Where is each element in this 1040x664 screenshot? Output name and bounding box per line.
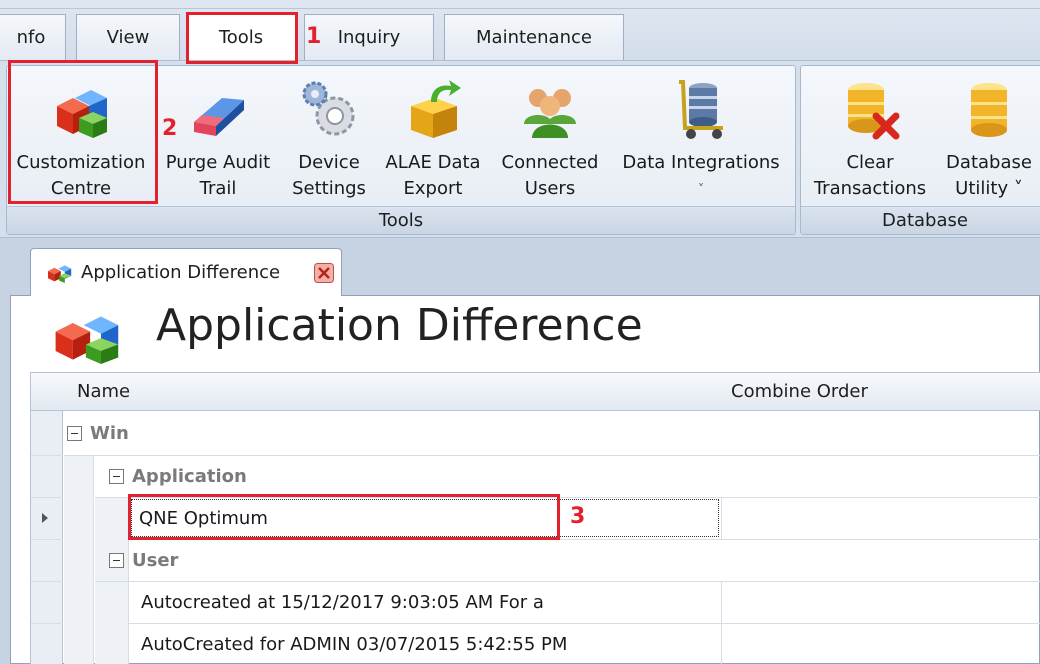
tools-group-label: Tools bbox=[7, 206, 795, 234]
annotation-number-2: 2 bbox=[162, 116, 178, 141]
database-group: Clear Transactions Database Utility ˅ Da… bbox=[800, 65, 1040, 235]
table-row[interactable]: AutoCreated for ADMIN 03/07/2015 5:42:55… bbox=[141, 623, 567, 664]
colored-blocks-icon bbox=[55, 316, 119, 364]
annotation-number-3: 3 bbox=[570, 504, 586, 529]
annotation-number-1: 1 bbox=[306, 24, 322, 49]
current-row-arrow-icon bbox=[42, 513, 48, 523]
alae-data-export-label: ALAE Data Export bbox=[385, 152, 481, 199]
table-row[interactable]: Autocreated at 15/12/2017 9:03:05 AM For… bbox=[141, 581, 544, 623]
tab-info[interactable]: nfo bbox=[0, 14, 66, 60]
indicator-line bbox=[31, 623, 63, 624]
chevron-down-icon: ˅ bbox=[698, 182, 704, 196]
column-header-name[interactable]: Name bbox=[63, 373, 753, 411]
tabstrip-line bbox=[0, 8, 1040, 9]
box-export-icon bbox=[411, 80, 461, 138]
connected-users-button[interactable]: Connected Users bbox=[491, 66, 609, 208]
clear-transactions-button[interactable]: Clear Transactions bbox=[805, 66, 935, 208]
data-integrations-label: Data Integrations ˅ bbox=[611, 150, 791, 202]
page-title: Application Difference bbox=[156, 300, 643, 351]
row-indicator-column bbox=[31, 411, 63, 664]
tab-maintenance[interactable]: Maintenance bbox=[444, 14, 624, 60]
grid-corner-header bbox=[31, 373, 64, 411]
database-utility-button[interactable]: Database Utility ˅ bbox=[937, 66, 1040, 208]
device-settings-button[interactable]: Device Settings bbox=[283, 66, 375, 208]
group-row-win[interactable]: Win bbox=[67, 411, 129, 455]
menu-tab-strip: nfo View Tools Inquiry Maintenance bbox=[0, 0, 1040, 60]
indicator-line bbox=[31, 539, 63, 540]
tab-application-difference[interactable]: Application Difference bbox=[30, 248, 342, 296]
device-settings-label: Device Settings bbox=[292, 152, 366, 199]
colored-blocks-icon bbox=[48, 264, 72, 283]
database-cart-icon bbox=[679, 80, 723, 139]
collapse-icon[interactable] bbox=[109, 468, 124, 484]
column-header-combine-order[interactable]: Combine Order bbox=[721, 373, 1040, 411]
group-row-user[interactable]: User bbox=[109, 539, 178, 581]
tools-group: Customization Centre Purge Audit Trail D… bbox=[6, 65, 796, 235]
group-indent-level-1 bbox=[64, 455, 94, 664]
indicator-line bbox=[31, 497, 63, 498]
alae-data-export-button[interactable]: ALAE Data Export bbox=[379, 66, 487, 208]
collapse-icon[interactable] bbox=[109, 552, 124, 568]
focused-cell bbox=[131, 499, 719, 537]
database-utility-label: Database Utility ˅ bbox=[946, 152, 1032, 199]
ribbon: Customization Centre Purge Audit Trail D… bbox=[0, 60, 1040, 238]
indicator-line bbox=[31, 581, 63, 582]
tab-tools[interactable]: Tools bbox=[186, 14, 296, 60]
gears-icon bbox=[302, 81, 355, 136]
database-group-label: Database bbox=[801, 206, 1040, 234]
column-line bbox=[721, 497, 722, 539]
collapse-icon[interactable] bbox=[67, 425, 82, 441]
column-line bbox=[721, 581, 722, 664]
eraser-icon bbox=[194, 98, 244, 136]
data-integrations-button[interactable]: Data Integrations ˅ bbox=[611, 66, 791, 208]
database-icon bbox=[971, 83, 1007, 137]
close-icon[interactable] bbox=[314, 263, 334, 283]
clear-transactions-label: Clear Transactions bbox=[813, 152, 927, 199]
connected-users-label: Connected Users bbox=[501, 152, 599, 199]
data-grid: Name Combine Order Win Application QNE O… bbox=[30, 372, 1040, 664]
purge-audit-trail-label: Purge Audit Trail bbox=[165, 152, 271, 199]
users-icon bbox=[524, 89, 576, 138]
indicator-line bbox=[31, 455, 63, 456]
database-delete-icon bbox=[848, 83, 900, 140]
tab-view[interactable]: View bbox=[76, 14, 180, 60]
row-line bbox=[129, 539, 1040, 540]
colored-blocks-icon bbox=[57, 90, 107, 138]
customization-centre-label: Customization Centre bbox=[16, 152, 146, 199]
application-window: nfo View Tools Inquiry Maintenance Custo… bbox=[0, 0, 1040, 664]
group-row-application[interactable]: Application bbox=[109, 455, 247, 497]
tab-inquiry[interactable]: Inquiry bbox=[304, 14, 434, 60]
customization-centre-button[interactable]: Customization Centre bbox=[7, 66, 155, 208]
tab-label: Application Difference bbox=[81, 262, 281, 283]
